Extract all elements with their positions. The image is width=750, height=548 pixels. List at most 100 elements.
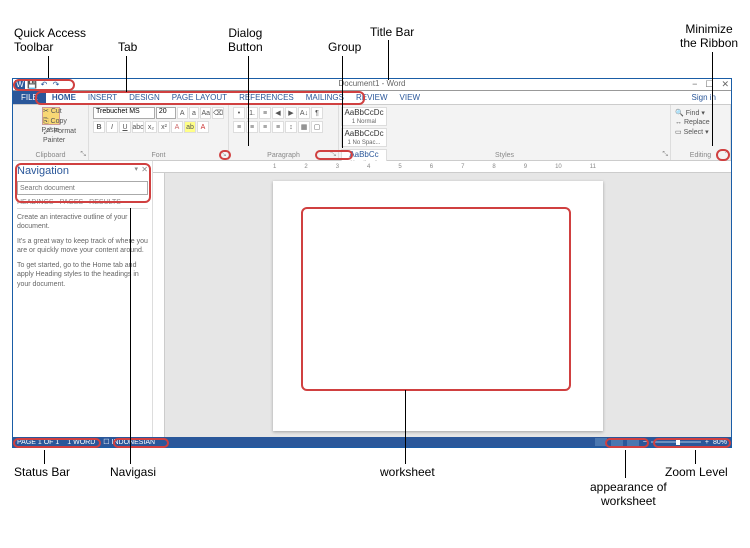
ribbon: Paste ✂ Cut ⎘ Copy 🖌 Format Painter Clip… [13,105,731,161]
cut-button[interactable]: ✂ Cut [43,107,88,117]
font-color-button[interactable]: A [197,121,209,133]
tab-design[interactable]: DESIGN [123,93,166,102]
print-layout-button[interactable] [611,438,623,446]
app-window: W 💾 ↶ ↷ Document1 - Word − ☐ ✕ FILE HOME… [12,78,732,448]
nav-tab-pages[interactable]: PAGES [60,199,84,206]
decrease-indent-button[interactable]: ◀ [272,107,284,119]
zoom-slider[interactable] [651,441,701,443]
status-bar: PAGE 1 OF 1 1 WORD ☐ INDONESIAN − + 80% [13,437,731,447]
group-label-editing: Editing [690,152,711,159]
change-case-button[interactable]: Aa [200,107,211,119]
style-nospacing[interactable]: AaBbCcDc1 No Spac... [341,128,387,147]
annotation-group: Group [328,40,361,54]
annotation-qat: Quick Access Toolbar [14,26,86,54]
navigation-pane: ▾ ✕ Navigation HEADINGS PAGES RESULTS Cr… [13,161,153,437]
annotation-appearance: appearance of worksheet [590,480,667,508]
nav-help-text: Create an interactive outline of your do… [17,213,148,289]
group-label-styles: Styles [495,152,514,159]
subscript-button[interactable]: x₂ [145,121,157,133]
multilevel-button[interactable]: ≡ [259,107,271,119]
document-area: 1234567891011 [153,161,731,437]
paragraph-dialog-launcher[interactable]: ⤡ [330,151,336,159]
word-icon: W [15,80,25,90]
font-size-select[interactable]: 20 [156,107,176,119]
paragraph-group: • 1. ≡ ◀ ▶ A↓ ¶ ≡ ≡ ≡ ≡ ↕ ▦ ▢ Paragraph … [229,105,339,160]
text-effects-button[interactable]: A [171,121,183,133]
group-label-clipboard: Clipboard [36,152,66,159]
annotation-title: Title Bar [370,25,414,39]
shading-button[interactable]: ▦ [298,121,310,133]
zoom-level[interactable]: 80% [713,439,727,446]
tab-references[interactable]: REFERENCES [233,93,300,102]
undo-icon[interactable]: ↶ [39,80,49,90]
close-icon[interactable]: ✕ [721,79,729,90]
align-left-button[interactable]: ≡ [233,121,245,133]
select-button[interactable]: ▭ Select ▾ [675,128,726,136]
tab-view[interactable]: VIEW [394,93,426,102]
replace-button[interactable]: ↔ Replace [675,119,726,126]
group-label-paragraph: Paragraph [267,152,300,159]
styles-dialog-launcher[interactable]: ⤡ [662,151,668,159]
clipboard-group: Paste ✂ Cut ⎘ Copy 🖌 Format Painter Clip… [13,105,89,160]
nav-search-input[interactable] [17,181,148,195]
bold-button[interactable]: B [93,121,105,133]
group-label-font: Font [151,152,165,159]
justify-button[interactable]: ≡ [272,121,284,133]
font-group: Trebuchet MS 20 A a Aa ⌫ B I U abc x₂ x²… [89,105,229,160]
tab-pagelayout[interactable]: PAGE LAYOUT [166,93,233,102]
window-buttons: − ☐ ✕ [692,79,729,90]
editing-group: 🔍 Find ▾ ↔ Replace ▭ Select ▾ Editing [671,105,731,160]
superscript-button[interactable]: x² [158,121,170,133]
save-icon[interactable]: 💾 [27,80,37,90]
nav-tabs: HEADINGS PAGES RESULTS [17,199,148,209]
increase-indent-button[interactable]: ▶ [285,107,297,119]
nav-close-button[interactable]: ✕ [141,165,148,174]
font-name-select[interactable]: Trebuchet MS [93,107,155,119]
nav-tab-headings[interactable]: HEADINGS [17,199,54,206]
clear-format-button[interactable]: ⌫ [212,107,224,119]
collapse-ribbon-button[interactable]: ^ [725,149,729,158]
font-dialog-launcher[interactable]: ⤡ [220,151,226,159]
quick-access-toolbar: W 💾 ↶ ↷ Document1 - Word − ☐ ✕ [13,79,731,91]
strike-button[interactable]: abc [132,121,144,133]
style-normal[interactable]: AaBbCcDc1 Normal [341,107,387,126]
italic-button[interactable]: I [106,121,118,133]
web-layout-button[interactable] [627,438,639,446]
tab-file[interactable]: FILE [13,91,46,104]
minimize-icon[interactable]: − [692,79,697,90]
annotation-zoom: Zoom Level [665,465,728,479]
align-right-button[interactable]: ≡ [259,121,271,133]
borders-button[interactable]: ▢ [311,121,323,133]
show-marks-button[interactable]: ¶ [311,107,323,119]
tab-home[interactable]: HOME [46,93,82,102]
page-count[interactable]: PAGE 1 OF 1 [17,439,59,446]
bullets-button[interactable]: • [233,107,245,119]
line-spacing-button[interactable]: ↕ [285,121,297,133]
word-count[interactable]: 1 WORD [67,439,95,446]
title-bar: Document1 - Word [339,79,406,88]
shrink-font-button[interactable]: a [189,107,200,119]
copy-button[interactable]: ⎘ Copy [43,117,88,127]
tab-review[interactable]: REVIEW [350,93,394,102]
document-page[interactable] [273,181,603,431]
zoom-in-button[interactable]: + [705,439,709,446]
annotation-worksheet: worksheet [380,465,435,479]
annotation-minimize: Minimize the Ribbon [680,22,738,50]
zoom-out-button[interactable]: − [643,439,647,446]
clipboard-dialog-launcher[interactable]: ⤡ [80,151,86,159]
grow-font-button[interactable]: A [177,107,188,119]
horizontal-ruler[interactable]: 1234567891011 [153,161,731,173]
styles-group: AaBbCcDc1 Normal AaBbCcDc1 No Spac... Aa… [339,105,671,160]
format-painter-button[interactable]: 🖌 Format Painter [43,127,88,147]
underline-button[interactable]: U [119,121,131,133]
tab-insert[interactable]: INSERT [82,93,123,102]
nav-tab-results[interactable]: RESULTS [89,199,121,206]
pin-icon[interactable]: ▾ [134,165,138,173]
vertical-ruler[interactable] [153,173,165,437]
redo-icon[interactable]: ↷ [51,80,61,90]
read-mode-button[interactable] [595,438,607,446]
nav-title: Navigation [17,165,148,177]
find-button[interactable]: 🔍 Find ▾ [675,109,726,117]
highlight-button[interactable]: ab [184,121,196,133]
sort-button[interactable]: A↓ [298,107,310,119]
